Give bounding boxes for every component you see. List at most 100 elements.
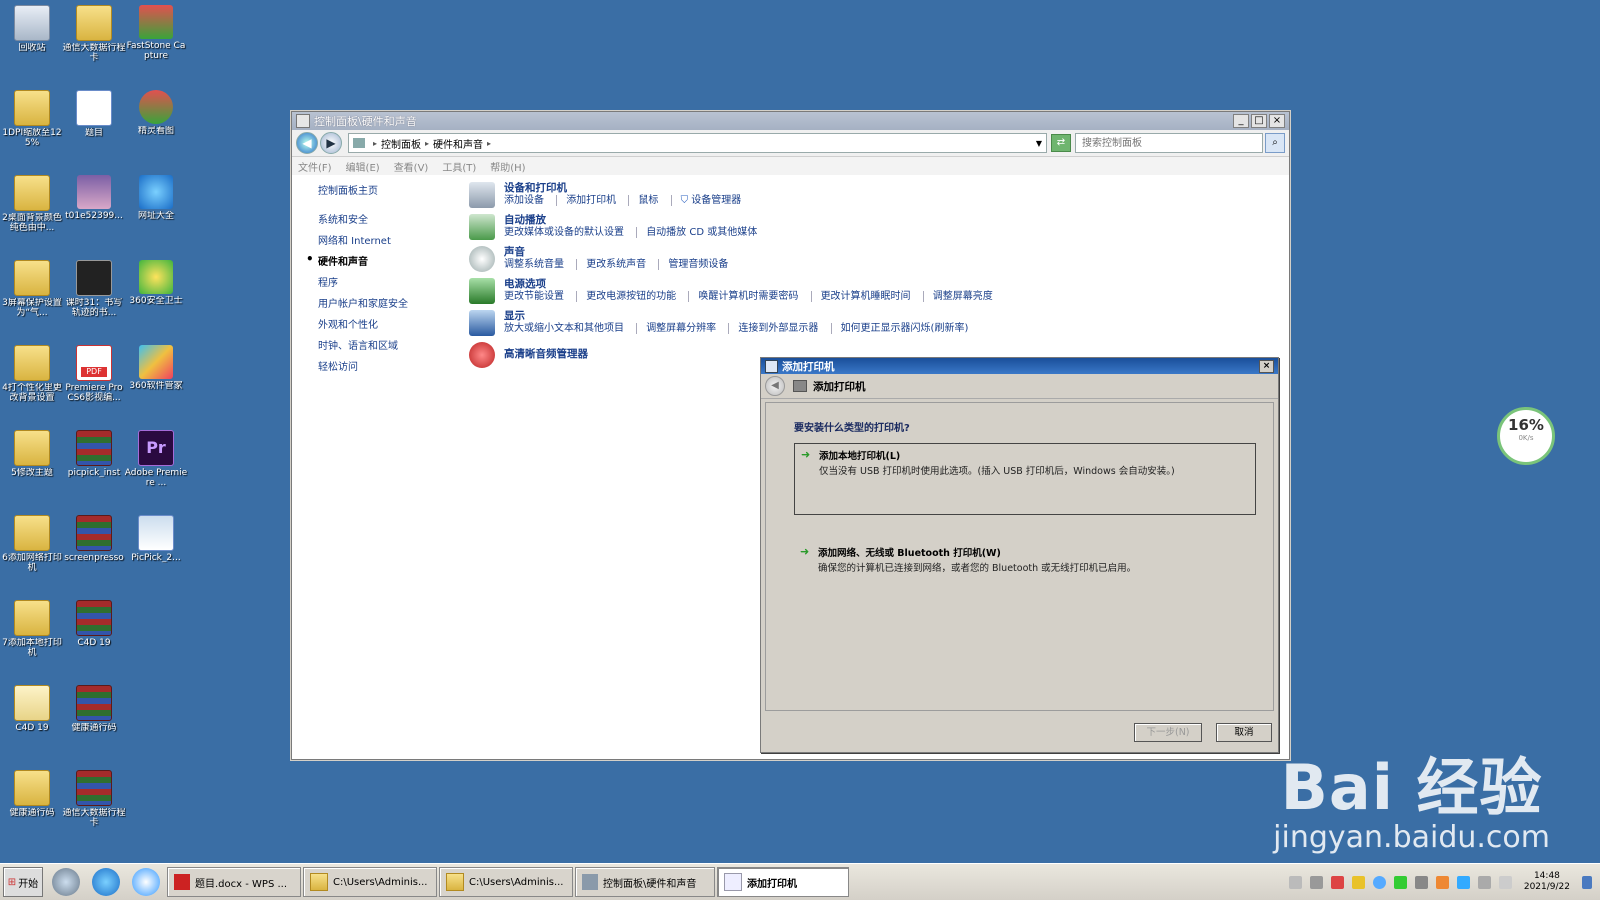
next-button[interactable]: 下一步(N) [1134,723,1202,742]
start-button[interactable]: ⊞ 开始 [3,867,43,897]
link-add-printer[interactable]: 添加打印机 [556,195,626,206]
security-tray-icon[interactable] [1393,875,1407,889]
sidebar-item-system-security[interactable]: 系统和安全 [302,211,452,226]
desktop-icon-ie[interactable]: 网址大全 [124,175,188,221]
desktop-icon-360-security[interactable]: 360安全卫士 [124,260,188,306]
desktop-icon-c4d-archive[interactable]: C4D 19 [62,600,126,648]
network-speed-widget[interactable]: 16% 0K/s [1497,407,1555,465]
desktop-icon-viewer[interactable]: 精灵看图 [124,90,188,136]
monitor-icon[interactable] [1477,875,1491,889]
menu-file[interactable]: 文件(F) [298,159,332,174]
link-resolution[interactable]: 调整屏幕分辨率 [636,323,726,334]
desktop-icon-itinerary-card[interactable]: 通信大数据行程卡 [62,5,126,63]
breadcrumb-control-panel[interactable]: 控制面板 [381,136,421,151]
refresh-button[interactable]: ⇄ [1051,134,1071,152]
desktop-icon-itinerary-archive[interactable]: 通信大数据行程卡 [62,770,126,828]
link-add-device[interactable]: 添加设备 [504,195,553,206]
app-launcher-icon[interactable] [132,868,160,896]
category-title[interactable]: 显示 [504,310,977,322]
category-title[interactable]: 设备和打印机 [504,182,750,194]
link-mouse[interactable]: 鼠标 [628,195,668,206]
battery-icon[interactable] [1435,875,1449,889]
maximize-button[interactable]: □ [1251,114,1267,128]
desktop-icon-c4d-folder[interactable]: C4D 19 [0,685,64,733]
desktop-icon-picpick[interactable]: PicPick_2... [124,515,188,563]
sidebar-item-appearance[interactable]: 外观和个性化 [302,316,452,331]
menu-help[interactable]: 帮助(H) [490,159,525,174]
category-title[interactable]: 高清晰音频管理器 [504,348,588,360]
category-title[interactable]: 声音 [504,246,737,258]
desktop-icon-premiere[interactable]: Pr Adobe Premiere ... [124,430,188,488]
link-device-manager[interactable]: ⛉ 设备管理器 [670,195,751,206]
desktop-icon-health-code-folder[interactable]: 健康通行码 [0,770,64,818]
task-explorer-1[interactable]: C:\Users\Adminis... [303,867,437,897]
search-input[interactable] [1080,136,1258,150]
sidebar-item-ease-of-access[interactable]: 轻松访问 [302,358,452,373]
360-tray-icon[interactable] [1351,875,1365,889]
search-icon[interactable]: ⌕ [1265,133,1285,153]
desktop-icon-video[interactable]: 课时31：书写轨迹的书... [62,260,126,318]
desktop-icon-folder-5[interactable]: 5修改主题 [0,430,64,478]
link-power-button[interactable]: 更改电源按钮的功能 [576,291,686,302]
address-bar[interactable]: ▸ 控制面板 ▸ 硬件和声音 ▸ ▼ [348,133,1047,153]
sidebar-item-hardware-sound[interactable]: 硬件和声音 [302,252,452,268]
category-title[interactable]: 自动播放 [504,214,766,226]
dialog-close-button[interactable]: × [1259,359,1274,373]
forward-button[interactable]: ▶ [320,132,342,154]
desktop-icon-folder-3[interactable]: 3屏幕保护设置为“气... [0,260,64,318]
show-desktop-button[interactable] [1582,875,1592,889]
category-title[interactable]: 电源选项 [504,278,1002,290]
link-manage-audio[interactable]: 管理音频设备 [658,259,738,270]
dialog-back-button[interactable]: ◀ [765,376,785,396]
link-change-sounds[interactable]: 更改系统声音 [576,259,656,270]
sidebar-item-home[interactable]: 控制面板主页 [302,182,452,197]
menu-edit[interactable]: 编辑(E) [346,159,380,174]
link-autoplay-cd[interactable]: 自动播放 CD 或其他媒体 [636,227,767,238]
link-sleep-time[interactable]: 更改计算机睡眠时间 [810,291,920,302]
task-wps-doc[interactable]: 题目.docx - WPS ... [167,867,301,897]
back-button[interactable]: ◀ [296,132,318,154]
link-power-saving[interactable]: 更改节能设置 [504,291,573,302]
desktop-icon-health-code-archive[interactable]: 健康通行码 [62,685,126,733]
link-refresh-rate[interactable]: 如何更正显示器闪烁(刷新率) [830,323,978,334]
volume-icon[interactable] [1498,875,1512,889]
ie-browser-icon[interactable] [92,868,120,896]
show-desktop-icon[interactable] [52,868,80,896]
breadcrumb-hardware-sound[interactable]: 硬件和声音 [433,136,483,151]
menu-tools[interactable]: 工具(T) [442,159,476,174]
task-explorer-2[interactable]: C:\Users\Adminis... [439,867,573,897]
app-tray-icon[interactable] [1330,875,1344,889]
desktop-icon-picpick-inst[interactable]: picpick_inst [62,430,126,478]
link-change-default-media[interactable]: 更改媒体或设备的默认设置 [504,227,633,238]
desktop-icon-360-software[interactable]: 360软件管家 [124,345,188,391]
close-button[interactable]: × [1269,114,1285,128]
desktop-icon-folder-2[interactable]: 2桌面背景颜色纯色由中... [0,175,64,233]
menu-view[interactable]: 查看(V) [394,159,429,174]
cancel-button[interactable]: 取消 [1216,723,1272,742]
link-brightness[interactable]: 调整屏幕亮度 [922,291,1002,302]
task-add-printer[interactable]: 添加打印机 [717,867,849,897]
option-network-printer[interactable]: ➜ 添加网络、无线或 Bluetooth 打印机(W) 确保您的计算机已连接到网… [794,541,1254,578]
search-box[interactable] [1075,133,1263,153]
network-icon[interactable] [1456,875,1470,889]
sidebar-item-clock-language[interactable]: 时钟、语言和区域 [302,337,452,352]
printer-tray-icon[interactable] [1414,875,1428,889]
desktop-icon-folder-1[interactable]: 1DPI缩放至125% [0,90,64,148]
desktop-icon-folder-6[interactable]: 6添加网络打印机 [0,515,64,573]
cloud-icon[interactable] [1372,875,1386,889]
desktop-icon-screenpresso[interactable]: screenpresso [62,515,126,563]
window-titlebar[interactable]: 控制面板\硬件和声音 _ □ × [292,112,1289,130]
help-icon[interactable] [1309,875,1323,889]
desktop-icon-faststone[interactable]: FastStone Capture [124,5,188,61]
desktop-icon-pdf[interactable]: PDF Premiere Pro CS6影视编... [62,345,126,403]
desktop-icon-folder-7[interactable]: 7添加本地打印机 [0,600,64,658]
desktop-icon-doc[interactable]: 题目 [62,90,126,138]
desktop-icon-photo[interactable]: t01e52399... [62,175,126,221]
sidebar-item-programs[interactable]: 程序 [302,274,452,289]
chevron-down-icon[interactable]: ▼ [1036,139,1042,148]
keyboard-icon[interactable] [1288,875,1302,889]
link-wake-password[interactable]: 唤醒计算机时需要密码 [688,291,808,302]
link-external-display[interactable]: 连接到外部显示器 [728,323,828,334]
desktop-icon-folder-4[interactable]: 4打个性化里更改背景设置 [0,345,64,403]
sidebar-item-network[interactable]: 网络和 Internet [302,232,452,247]
